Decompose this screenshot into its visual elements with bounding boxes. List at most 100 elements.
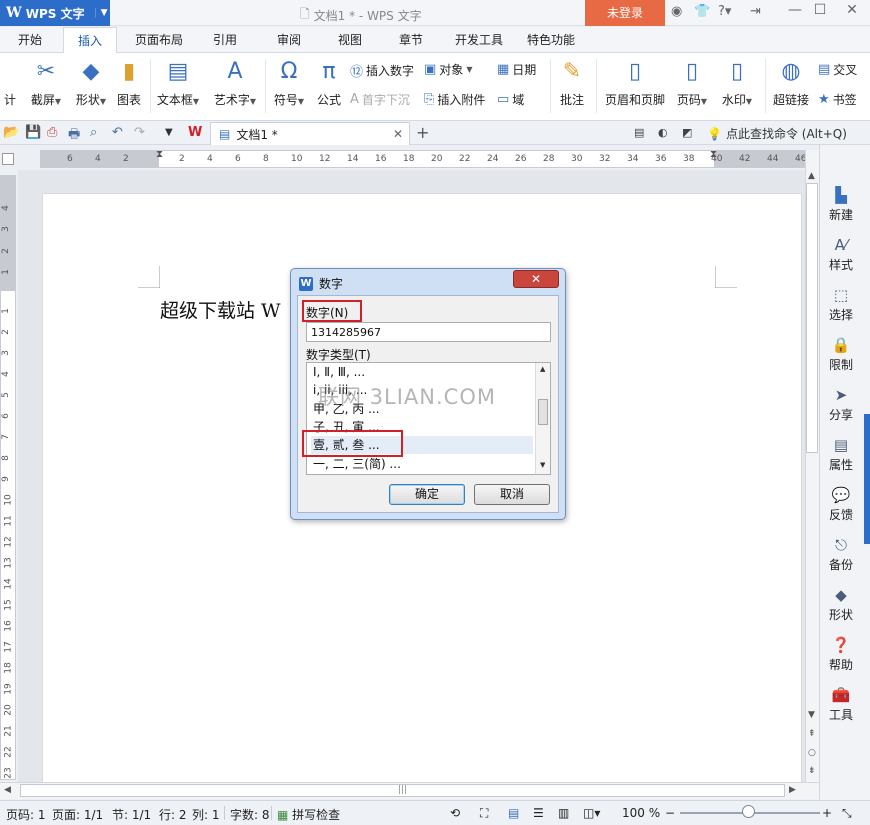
zoom-slider-handle[interactable]: [742, 805, 755, 818]
print-preview-icon[interactable]: ⌕: [90, 125, 97, 140]
right-indent-marker-icon[interactable]: ⧗: [710, 149, 717, 160]
export-pdf-icon[interactable]: ⎙: [47, 125, 57, 140]
zoom-level[interactable]: 100 %: [622, 806, 660, 820]
list-scroll-thumb[interactable]: [538, 399, 548, 425]
maximize-icon[interactable]: ☐: [808, 2, 832, 18]
tab-review[interactable]: 审阅: [277, 31, 301, 48]
status-page-code[interactable]: 页码: 1: [6, 806, 46, 823]
print-icon[interactable]: 🖶: [68, 125, 80, 147]
dropcap-button[interactable]: A 首字下沉: [350, 91, 410, 108]
ok-button[interactable]: 确定: [389, 484, 465, 505]
scroll-down-icon[interactable]: ▼: [540, 461, 545, 469]
zoom-in-icon[interactable]: +: [822, 806, 832, 820]
header-footer-button[interactable]: ▯ 页眉和页脚: [603, 57, 667, 108]
status-pages[interactable]: 页面: 1/1: [52, 806, 103, 823]
close-tab-icon[interactable]: ✕: [393, 127, 403, 141]
tab-features[interactable]: 特色功能: [527, 31, 575, 48]
tab-next-icon[interactable]: ◩: [682, 126, 692, 139]
date-button[interactable]: ▦ 日期: [497, 61, 536, 78]
redo-icon[interactable]: ↷: [134, 125, 145, 140]
tab-page-layout[interactable]: 页面布局: [135, 31, 183, 48]
skin-icon[interactable]: ◉: [671, 4, 682, 19]
outline-view-icon[interactable]: ☰: [533, 806, 544, 820]
close-icon[interactable]: ✕: [840, 2, 864, 18]
document-text[interactable]: 超级下载站 W: [160, 296, 281, 323]
attach-button[interactable]: ⎘ 插入附件: [424, 91, 485, 108]
side-tools-button[interactable]: 🧰 工具: [819, 686, 863, 723]
tab-developer[interactable]: 开发工具: [455, 31, 503, 48]
spell-check-button[interactable]: ▦ 拼写检查: [277, 806, 340, 823]
cancel-button[interactable]: 取消: [474, 484, 550, 505]
number-input[interactable]: [306, 322, 551, 342]
ruler-toggle-icon[interactable]: [2, 153, 14, 165]
web-view-icon[interactable]: ◫▾: [583, 806, 600, 820]
horizontal-scroll-thumb[interactable]: |||: [20, 784, 785, 797]
wordart-button[interactable]: A 艺术字▼: [210, 57, 260, 108]
reading-view-icon[interactable]: ▥: [558, 806, 569, 820]
next-page-icon[interactable]: ⇟: [808, 766, 816, 776]
document-tab[interactable]: ▤ 文档1 * ✕: [210, 122, 410, 145]
restore-tab-icon[interactable]: ⇥: [750, 4, 761, 19]
object-button[interactable]: ▣ 对象 ▼: [424, 61, 472, 78]
dialog-close-button[interactable]: ✕: [513, 270, 559, 288]
scroll-left-icon[interactable]: ◀: [4, 785, 11, 795]
side-share-button[interactable]: ➤ 分享: [819, 386, 863, 423]
fit-page-icon[interactable]: ⤡: [842, 806, 852, 821]
list-item[interactable]: Ⅰ, Ⅱ, Ⅲ, ...: [311, 363, 533, 381]
scroll-up-icon[interactable]: ▲: [540, 365, 545, 373]
vertical-ruler[interactable]: 4 3 2 1 1 2 3 4 5 6 7 8 9 10 11 12 13 14 15 16 17 18 19 20 21 22 2…: [0, 175, 16, 780]
add-tab-icon[interactable]: +: [416, 123, 429, 142]
vertical-scroll-thumb[interactable]: [806, 183, 818, 453]
tab-chapter[interactable]: 章节: [399, 31, 423, 48]
help-button[interactable]: ?▾: [718, 4, 731, 19]
screenshot-button[interactable]: ✂ 截屏▼: [26, 57, 66, 108]
browse-object-icon[interactable]: ○: [808, 748, 816, 758]
save-icon[interactable]: 💾: [25, 125, 41, 140]
comment-button[interactable]: ✎ 批注: [556, 57, 588, 108]
number-type-list[interactable]: Ⅰ, Ⅱ, Ⅲ, ... i, ii, iii, ... 甲, 乙, 丙 ...…: [306, 362, 551, 475]
status-column[interactable]: 列: 1: [192, 806, 220, 823]
scroll-right-icon[interactable]: ▶: [789, 785, 796, 795]
page-view-icon[interactable]: ▤: [508, 806, 519, 820]
undo-icon[interactable]: ↶: [112, 125, 123, 140]
login-button[interactable]: 未登录: [585, 0, 665, 26]
page-number-button[interactable]: ▯ 页码▼: [673, 57, 711, 108]
field-button[interactable]: ▭ 域: [497, 91, 524, 108]
scroll-down-icon[interactable]: ▼: [808, 710, 815, 720]
minimize-icon[interactable]: —: [783, 2, 807, 18]
side-help-button[interactable]: ❓ 帮助: [819, 636, 863, 673]
side-shape-button[interactable]: ◆ 形状: [819, 586, 863, 623]
tab-insert[interactable]: 插入: [63, 27, 118, 54]
list-scrollbar[interactable]: ▲ ▼: [535, 363, 550, 474]
command-search[interactable]: 💡 点此查找命令 (Alt+Q): [707, 125, 847, 142]
side-properties-button[interactable]: ▤ 属性: [819, 436, 863, 473]
tab-home[interactable]: 开始: [18, 31, 42, 48]
hyperlink-button[interactable]: ◍ 超链接: [771, 57, 811, 108]
prev-page-icon[interactable]: ⇞: [808, 729, 816, 739]
horizontal-ruler[interactable]: 6 4 2 2 4 6 8 10 12 14 16 18 20 22 24 26 28 30 32 34 36 38 40 4…: [40, 149, 806, 168]
status-row[interactable]: 行: 2: [159, 806, 187, 823]
dialog-title-bar[interactable]: W 数字: [299, 275, 343, 292]
open-folder-icon[interactable]: 📂: [3, 125, 19, 140]
zoom-out-icon[interactable]: −: [665, 806, 675, 820]
tab-prev-icon[interactable]: ◐: [658, 126, 668, 139]
chart-button[interactable]: ▮ 图表: [114, 57, 144, 108]
cross-reference-button[interactable]: ▤ 交叉: [818, 61, 857, 78]
side-select-button[interactable]: ⬚ 选择: [819, 286, 863, 323]
fullscreen-icon[interactable]: ⛶: [480, 806, 488, 821]
status-section[interactable]: 节: 1/1: [112, 806, 151, 823]
shape-button[interactable]: ◆ 形状▼: [71, 57, 111, 108]
tab-references[interactable]: 引用: [213, 31, 237, 48]
app-menu-button[interactable]: W WPS 文字 ▼: [0, 0, 110, 26]
tab-list-icon[interactable]: ▤: [634, 126, 644, 139]
status-word-count[interactable]: 字数: 8: [230, 806, 270, 823]
wps-home-icon[interactable]: W: [188, 125, 202, 140]
insert-number-button[interactable]: ⑫ 插入数字: [350, 61, 414, 80]
side-feedback-button[interactable]: 💬 反馈: [819, 486, 863, 523]
customize-dropdown-icon[interactable]: ▼: [165, 127, 173, 138]
bookmark-button[interactable]: ★ 书签: [818, 91, 857, 108]
watermark-button[interactable]: ▯ 水印▼: [717, 57, 757, 108]
side-restrict-button[interactable]: 🔒 限制: [819, 336, 863, 373]
revision-icon[interactable]: ⟲: [450, 806, 460, 820]
side-new-button[interactable]: ▙ 新建: [819, 186, 863, 223]
